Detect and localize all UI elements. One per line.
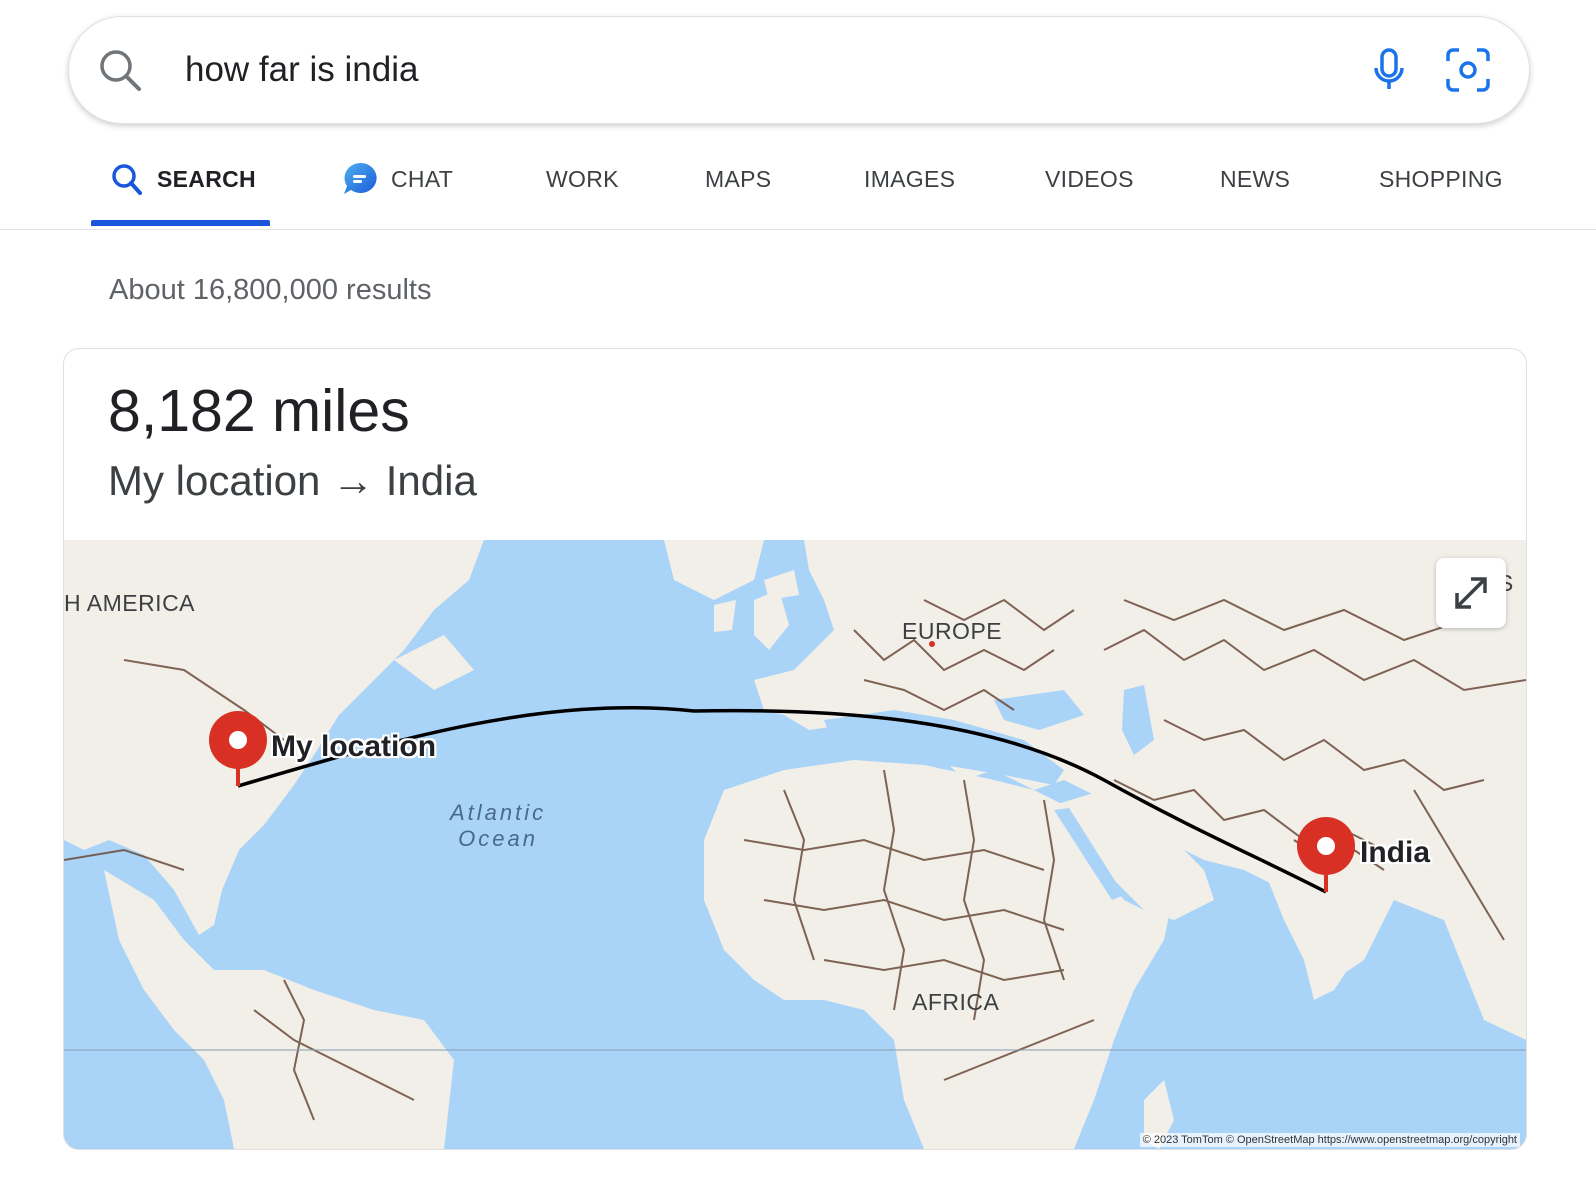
search-tabs: SEARCH CHAT WORK MAPS IMAGES VIDEOS NEWS…: [0, 150, 1596, 230]
tab-label: VIDEOS: [1045, 166, 1134, 192]
tab-videos[interactable]: VIDEOS: [1045, 162, 1134, 196]
region-label-africa: AFRICA: [912, 989, 1000, 1015]
expand-map-button[interactable]: [1436, 558, 1506, 628]
tab-label: SHOPPING: [1379, 166, 1503, 192]
map-pin-icon[interactable]: [1294, 816, 1358, 896]
map-pin-icon[interactable]: [206, 710, 270, 790]
tab-chat[interactable]: CHAT: [341, 162, 453, 196]
search-icon[interactable]: [97, 47, 143, 98]
tab-search[interactable]: SEARCH: [110, 162, 256, 196]
ocean-label: Atlantic Ocean: [450, 800, 546, 852]
search-input[interactable]: how far is india: [185, 49, 418, 91]
search-box[interactable]: how far is india: [68, 16, 1530, 124]
microphone-icon[interactable]: [1371, 47, 1407, 100]
map-attribution[interactable]: © 2023 TomTom © OpenStreetMap https://ww…: [1139, 1133, 1520, 1147]
tab-label: NEWS: [1220, 166, 1291, 192]
expand-icon: [1455, 577, 1487, 609]
chat-bubble-icon: [341, 160, 379, 207]
tab-images[interactable]: IMAGES: [864, 162, 955, 196]
region-label-north-america: H AMERICA: [64, 590, 196, 616]
active-tab-indicator: [91, 220, 270, 226]
ocean-label-line1: Atlantic: [450, 800, 547, 825]
tab-shopping[interactable]: SHOPPING: [1379, 162, 1503, 196]
tab-label: MAPS: [705, 166, 772, 192]
route-map[interactable]: H AMERICA EUROPE AFRICA AS Atlantic Ocea…: [64, 540, 1526, 1149]
route-description: My location → India: [108, 457, 477, 504]
search-icon: [110, 160, 144, 207]
destination-label: India: [1360, 836, 1431, 869]
tab-label: IMAGES: [864, 166, 956, 192]
tab-news[interactable]: NEWS: [1220, 162, 1290, 196]
origin-label: My location: [271, 730, 437, 763]
tab-maps[interactable]: MAPS: [705, 162, 771, 196]
camera-lens-icon[interactable]: [1445, 47, 1491, 98]
distance-value: 8,182 miles: [108, 378, 410, 444]
ocean-label-line2: Ocean: [458, 826, 538, 851]
tab-work[interactable]: WORK: [546, 162, 619, 196]
results-count: About 16,800,000 results: [109, 274, 432, 306]
distance-answer-card: 8,182 miles My location → India H AMERIC…: [63, 348, 1527, 1150]
region-label-europe: EUROPE: [902, 618, 1003, 644]
tab-label: WORK: [546, 166, 619, 192]
